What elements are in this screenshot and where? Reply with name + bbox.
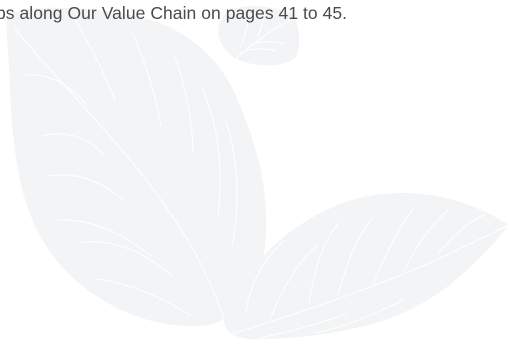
document-page: ps along Our Value Chain on pages 41 to … [0, 0, 509, 361]
lower-right-leaf-icon [224, 192, 509, 340]
large-leaf-icon [6, 7, 267, 327]
body-text-line: ps along Our Value Chain on pages 41 to … [0, 3, 348, 23]
leaf-decoration-graphic [6, 5, 509, 340]
